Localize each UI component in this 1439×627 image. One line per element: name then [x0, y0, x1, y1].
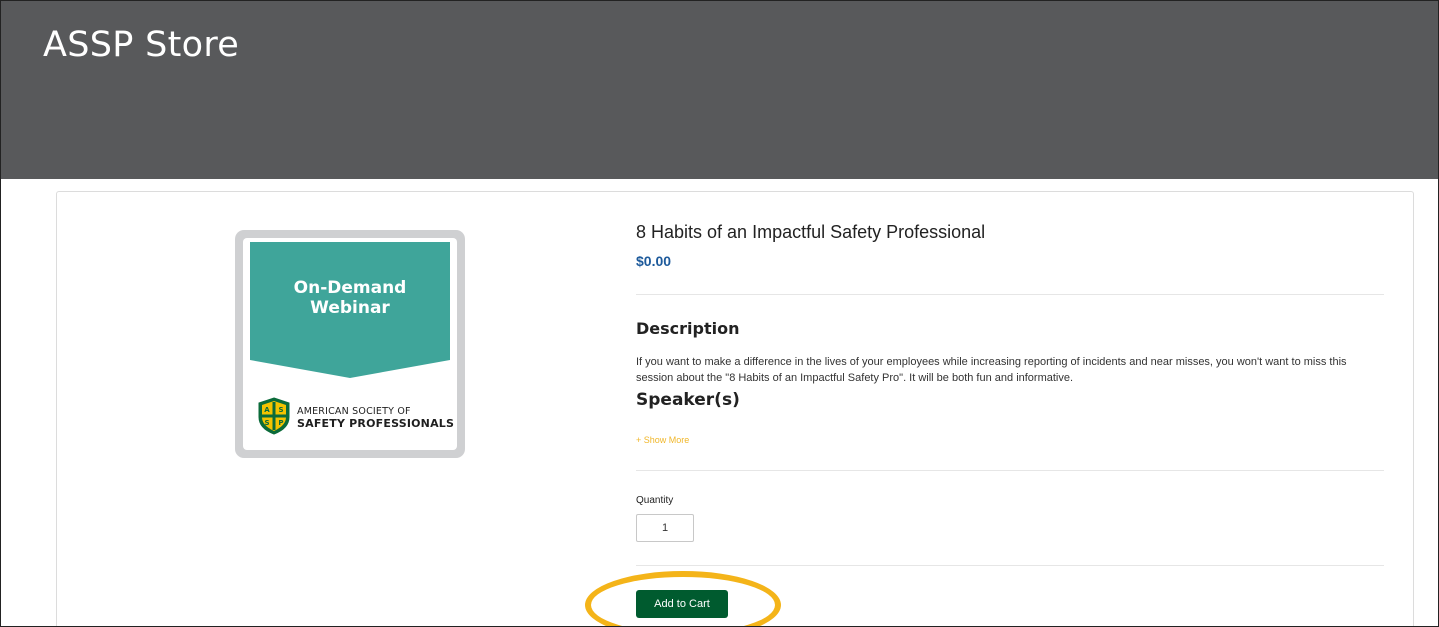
logo-letter-s1: S: [278, 406, 283, 414]
divider-top: [636, 294, 1384, 295]
banner-text: On-Demand Webinar: [250, 278, 450, 318]
page-frame: ASSP Store On-Demand Webinar A S S P AME…: [0, 0, 1439, 627]
description-text: If you want to make a difference in the …: [636, 356, 1347, 384]
banner-line-2: Webinar: [310, 298, 390, 318]
logo-letter-s2: S: [264, 419, 269, 427]
show-more-link[interactable]: + Show More: [636, 435, 689, 445]
divider-bottom: [636, 565, 1384, 566]
assp-logo-icon: A S S P: [258, 397, 290, 435]
product-price: $0.00: [636, 253, 672, 269]
logo-letter-a: A: [264, 406, 270, 414]
logo-letter-p: P: [278, 419, 283, 427]
site-header: ASSP Store: [1, 1, 1438, 179]
product-image-inner: On-Demand Webinar A S S P AMERICAN SOCIE…: [243, 238, 457, 450]
banner-line-1: On-Demand: [293, 278, 407, 298]
quantity-input[interactable]: [636, 514, 694, 542]
org-name: AMERICAN SOCIETY OF SAFETY PROFESSIONALS: [297, 406, 454, 430]
speakers-heading: Speaker(s): [636, 390, 740, 410]
description-heading: Description: [636, 319, 740, 338]
org-name-line-2: SAFETY PROFESSIONALS: [297, 417, 455, 430]
product-image: On-Demand Webinar A S S P AMERICAN SOCIE…: [235, 230, 465, 458]
product-title: 8 Habits of an Impactful Safety Professi…: [636, 222, 986, 242]
divider-middle: [636, 470, 1384, 471]
site-title[interactable]: ASSP Store: [43, 25, 239, 65]
quantity-label: Quantity: [636, 495, 674, 506]
add-to-cart-button[interactable]: Add to Cart: [636, 590, 728, 618]
